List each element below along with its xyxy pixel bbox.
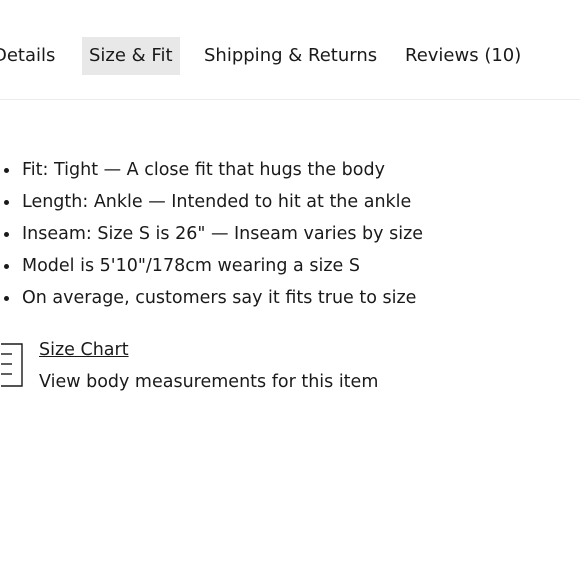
tab-shipping-and-returns[interactable]: Shipping & Returns [204,37,377,75]
bullet-icon [4,264,9,269]
list-item: Model is 5'10"/178cm wearing a size S [0,250,423,282]
product-tabs: Details Size & Fit Shipping & Returns Re… [0,0,580,100]
list-item: Inseam: Size S is 26" — Inseam varies by… [0,218,423,250]
fit-detail-text: Fit: Tight — A close fit that hugs the b… [22,160,385,180]
inseam-detail-text: Inseam: Size S is 26" — Inseam varies by… [22,224,424,244]
ruler-icon [0,343,24,387]
list-item: On average, customers say it fits true t… [0,282,423,314]
list-item: Fit: Tight — A close fit that hugs the b… [0,154,423,186]
product-info-panel: Details Size & Fit Shipping & Returns Re… [0,0,580,580]
length-detail-text: Length: Ankle — Intended to hit at the a… [22,192,412,212]
size-chart-description: View body measurements for this item [39,372,379,392]
bullet-icon [4,168,9,173]
bullet-icon [4,200,9,205]
list-item: Length: Ankle — Intended to hit at the a… [0,186,423,218]
size-chart-section: Size Chart View body measurements for th… [0,336,420,396]
tab-size-and-fit[interactable]: Size & Fit [82,37,180,75]
tab-details[interactable]: Details [0,37,55,75]
model-detail-text: Model is 5'10"/178cm wearing a size S [22,256,360,276]
fit-details-list: Fit: Tight — A close fit that hugs the b… [0,154,423,314]
bullet-icon [4,232,9,237]
size-chart-link[interactable]: Size Chart [39,336,129,364]
bullet-icon [4,296,9,301]
tab-reviews[interactable]: Reviews (10) [405,37,521,75]
true-to-size-text: On average, customers say it fits true t… [22,288,417,308]
